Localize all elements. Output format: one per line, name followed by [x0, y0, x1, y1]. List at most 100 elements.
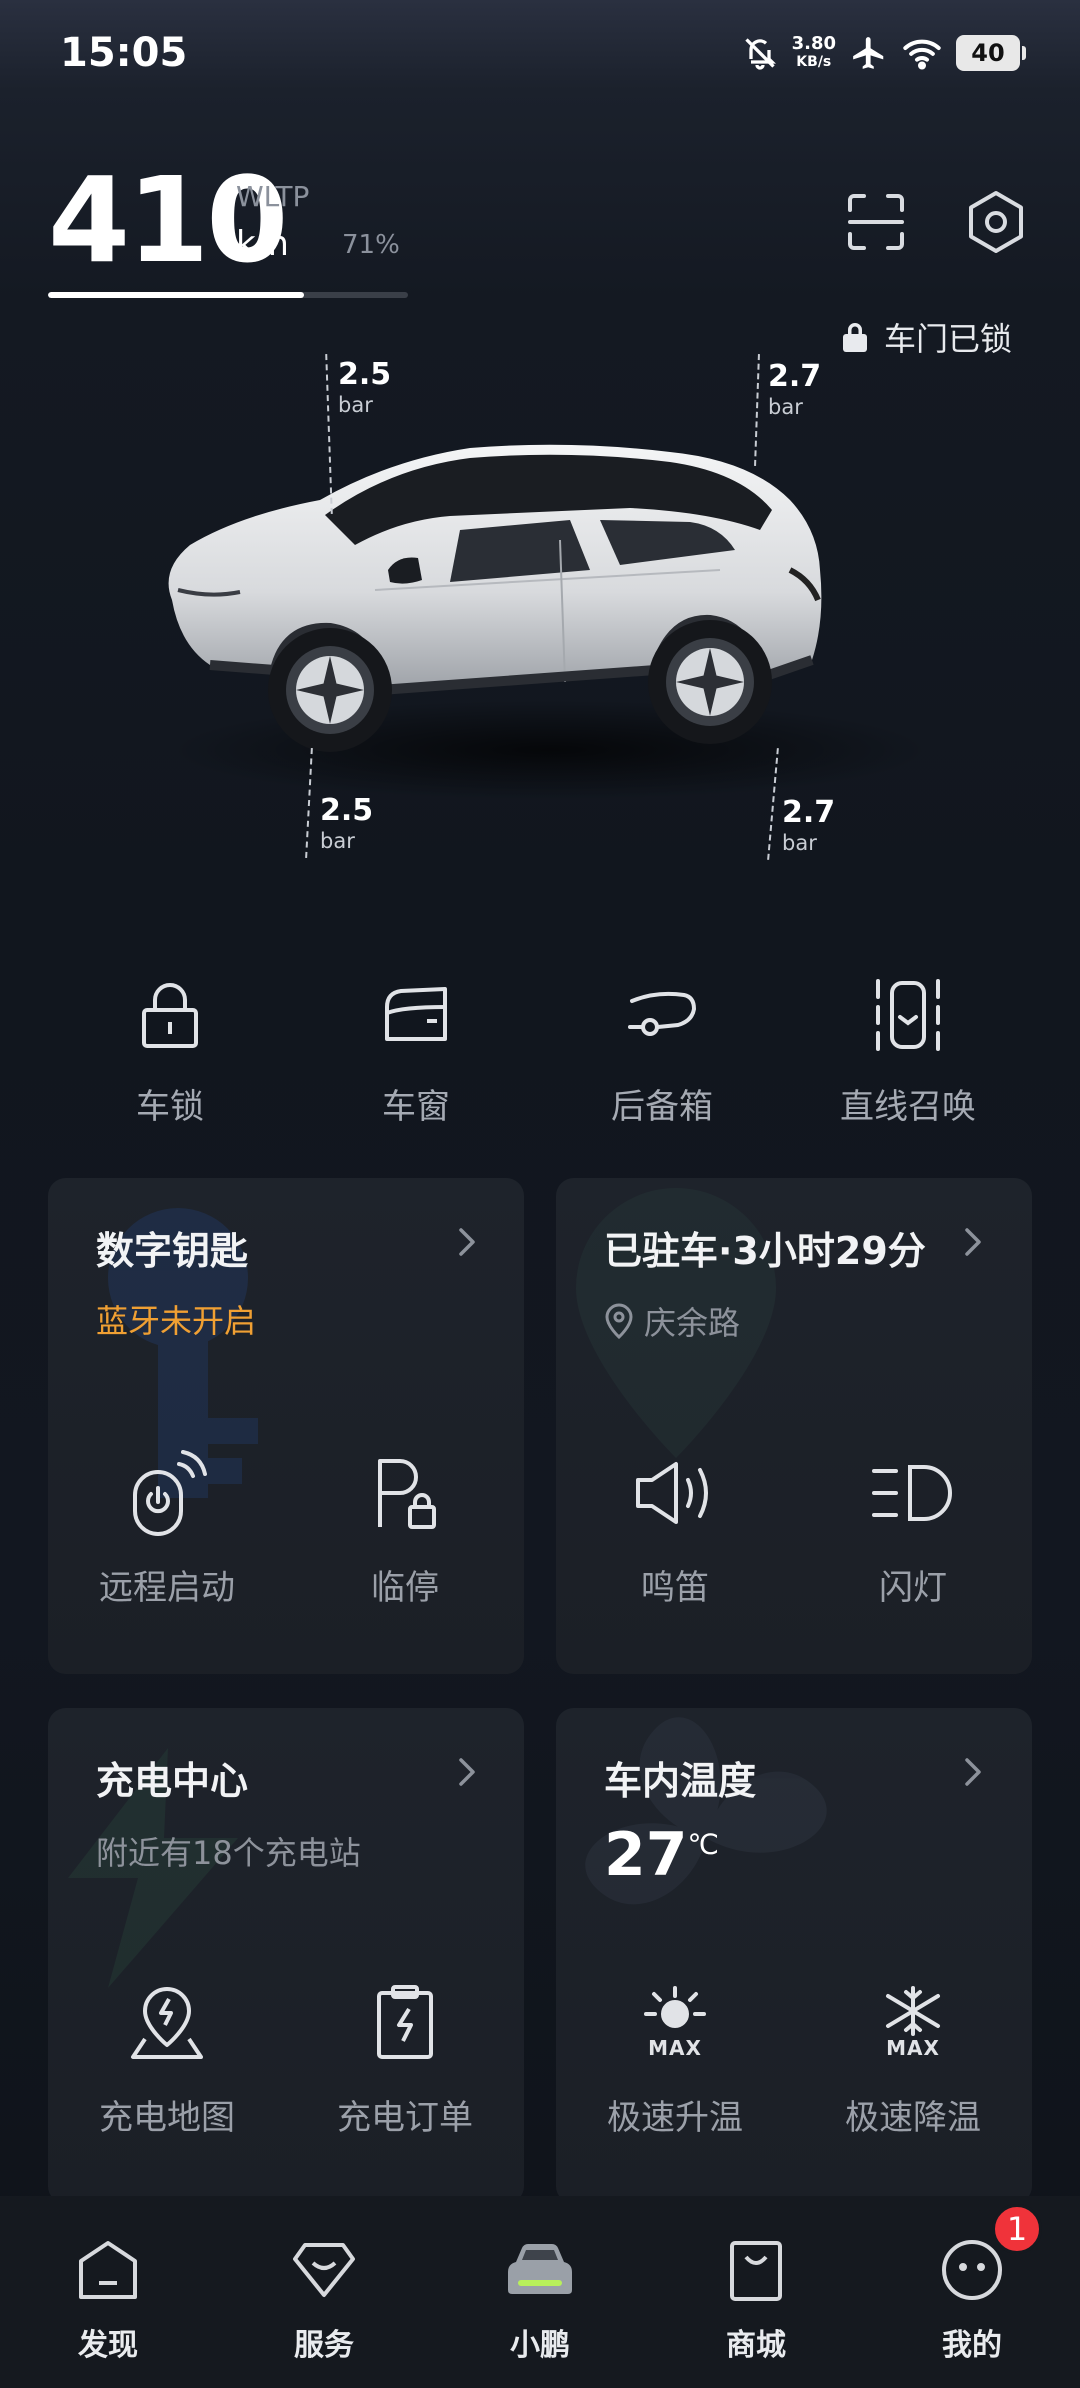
tire-pressure-rear-top: 2.7 bar — [768, 362, 821, 422]
charging-map-button[interactable]: 充电地图 — [52, 1978, 282, 2139]
charging-order-label: 充电订单 — [337, 2098, 473, 2138]
tire-pressure-front-bottom: 2.5 bar — [320, 796, 373, 856]
range-standard: WLTP — [236, 180, 310, 213]
profile-icon — [942, 2240, 1002, 2300]
status-time: 15:05 — [60, 30, 188, 76]
vehicle-image — [168, 444, 930, 800]
temporary-park-label: 临停 — [371, 1568, 439, 1608]
cabin-temperature-card[interactable]: 车内温度 27 ℃ MAX 极速升温 MAX 极速降温 — [556, 1708, 1032, 2204]
remote-start-icon — [133, 1450, 207, 1536]
nearby-stations: 附近有18个充电站 — [96, 1834, 361, 1872]
tire-front-top-unit: bar — [338, 393, 373, 417]
quick-action-lock[interactable]: 车锁 — [50, 975, 290, 1128]
window-icon — [385, 987, 447, 1041]
battery-level: 40 — [971, 39, 1005, 67]
range-unit: km — [236, 224, 289, 264]
horn-label: 鸣笛 — [641, 1568, 709, 1608]
nav-xpeng[interactable]: 小鹏 — [432, 2232, 648, 2364]
trunk-icon — [628, 991, 697, 1036]
tire-rear-bottom-unit: bar — [782, 831, 817, 855]
max-heat-button[interactable]: MAX 极速升温 — [560, 1978, 790, 2139]
parking-card[interactable]: 已驻车·3小时29分 庆余路 鸣笛 闪灯 — [556, 1178, 1032, 1674]
mute-bell-icon — [744, 38, 776, 70]
charging-center-title: 充电中心 — [96, 1759, 249, 1803]
cabin-temperature-value: 27 — [604, 1820, 688, 1890]
parking-location-label: 庆余路 — [644, 1304, 741, 1342]
digital-key-title: 数字钥匙 — [96, 1229, 249, 1273]
flash-lights-label: 闪灯 — [879, 1568, 947, 1608]
tire-pressure-front-top: 2.5 bar — [338, 360, 391, 420]
scan-icon — [848, 194, 904, 250]
nav-shop[interactable]: 商城 — [648, 2232, 864, 2364]
battery-percent: 71% — [342, 230, 400, 260]
tire-rear-top-unit: bar — [768, 395, 803, 419]
chevron-right-icon — [965, 1758, 981, 1786]
tire-front-bottom-value: 2.5 — [320, 793, 374, 828]
tire-front-top-value: 2.5 — [338, 357, 392, 392]
battery-icon: 40 — [956, 35, 1026, 71]
digital-key-card[interactable]: 数字钥匙 蓝牙未开启 远程启动 临停 — [48, 1178, 524, 1674]
charging-order-button[interactable]: 充电订单 — [290, 1978, 520, 2139]
charging-map-icon — [131, 1987, 203, 2059]
quick-action-lock-label: 车锁 — [136, 1087, 204, 1127]
nav-discover-label: 发现 — [78, 2328, 138, 2363]
max-cool-label: 极速降温 — [845, 2098, 981, 2138]
airplane-icon — [853, 37, 884, 69]
vehicle-settings-button[interactable] — [956, 182, 1036, 262]
cabin-temperature-unit: ℃ — [687, 1828, 719, 1861]
summon-icon — [876, 979, 940, 1051]
max-cool-badge: MAX — [886, 2036, 940, 2060]
net-speed-unit: KB/s — [796, 54, 832, 70]
quick-action-summon[interactable]: 直线召唤 — [788, 975, 1028, 1128]
tire-rear-bottom-value: 2.7 — [782, 795, 836, 830]
chevron-right-icon — [459, 1758, 475, 1786]
nav-service[interactable]: 服务 — [216, 2232, 432, 2364]
parking-location: 庆余路 — [604, 1298, 740, 1344]
horn-button[interactable]: 鸣笛 — [560, 1448, 790, 1609]
location-pin-icon — [605, 1303, 633, 1339]
max-heat-label: 极速升温 — [607, 2098, 743, 2138]
temporary-park-button[interactable]: 临停 — [290, 1448, 520, 1609]
nav-discover[interactable]: 发现 — [0, 2232, 216, 2364]
quick-action-summon-label: 直线召唤 — [840, 1087, 976, 1127]
wifi-icon — [903, 39, 941, 70]
charging-map-label: 充电地图 — [99, 2098, 235, 2138]
range-progress-bar — [48, 292, 408, 298]
remote-start-button[interactable]: 远程启动 — [52, 1448, 282, 1609]
scan-button[interactable] — [836, 182, 916, 262]
door-lock-status[interactable]: 车门已锁 — [840, 314, 1012, 360]
charging-center-card[interactable]: 充电中心 附近有18个充电站 充电地图 充电订单 — [48, 1708, 524, 2204]
chevron-right-icon — [459, 1228, 475, 1256]
max-cool-icon — [886, 1986, 940, 2036]
status-icons: 3.80 KB/s 40 — [742, 33, 1026, 72]
cabin-temperature-title: 车内温度 — [604, 1759, 757, 1803]
temporary-park-icon — [378, 1459, 436, 1529]
chevron-right-icon — [965, 1228, 981, 1256]
nav-shop-label: 商城 — [726, 2328, 786, 2363]
quick-action-trunk[interactable]: 后备箱 — [542, 975, 782, 1128]
parking-title: 已驻车·3小时29分 — [604, 1229, 926, 1273]
bluetooth-status: 蓝牙未开启 — [96, 1302, 257, 1340]
notification-badge: 1 — [992, 2204, 1042, 2254]
cabin-temperature: 27 ℃ — [604, 1820, 719, 1890]
discover-icon — [79, 2241, 137, 2299]
quick-action-window[interactable]: 车窗 — [296, 975, 536, 1128]
net-speed-value: 3.80 — [791, 33, 836, 54]
max-heat-badge: MAX — [648, 2036, 702, 2060]
quick-action-window-label: 车窗 — [382, 1087, 450, 1127]
nav-xpeng-label: 小鹏 — [510, 2328, 570, 2363]
tire-rear-top-value: 2.7 — [768, 359, 822, 394]
shop-icon — [730, 2241, 782, 2301]
service-icon — [293, 2243, 355, 2297]
flash-lights-button[interactable]: 闪灯 — [798, 1448, 1028, 1609]
max-cool-button[interactable]: MAX 极速降温 — [798, 1978, 1028, 2139]
door-status-label: 车门已锁 — [884, 320, 1013, 358]
tire-front-bottom-unit: bar — [320, 829, 355, 853]
range-progress-fill — [48, 292, 304, 298]
padlock-icon — [843, 323, 867, 352]
charging-order-icon — [377, 1985, 433, 2059]
tire-pressure-rear-bottom: 2.7 bar — [782, 798, 835, 858]
max-heat-icon — [644, 1986, 706, 2028]
car-icon — [508, 2244, 572, 2294]
nav-profile[interactable]: 我的 — [864, 2232, 1080, 2364]
